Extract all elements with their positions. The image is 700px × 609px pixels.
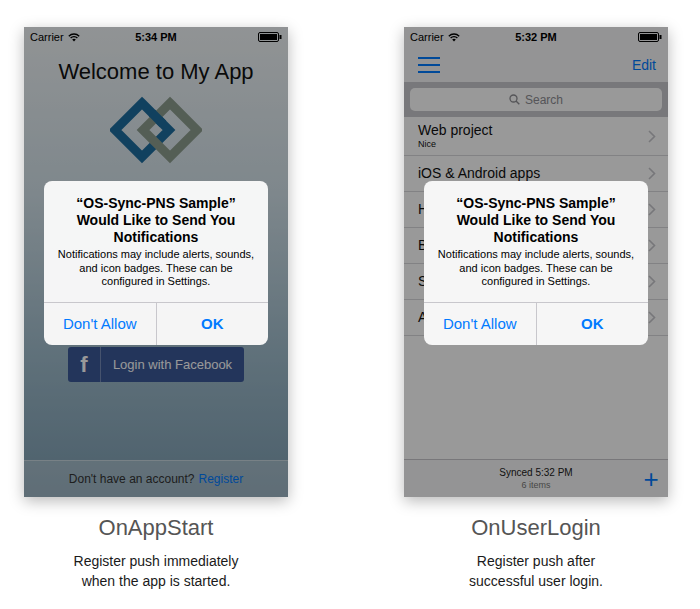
description-line: Register push immediately [74, 551, 239, 571]
caption-description: Register push aftersuccessful user login… [469, 551, 603, 591]
description-line: when the app is started. [82, 571, 231, 591]
alert-message: Notifications may include alerts, sounds… [424, 246, 648, 302]
login-screen: Carrier5:34 PMWelcome to My AppfLogin wi… [24, 27, 288, 497]
example-column: Carrier5:32 PMEditSearchWeb projectNicei… [386, 27, 686, 591]
notification-alert: “OS-Sync-PNS Sample” Would Like to Send … [424, 181, 648, 345]
alert-title: “OS-Sync-PNS Sample” Would Like to Send … [44, 181, 268, 246]
dont-allow-button[interactable]: Don't Allow [424, 303, 536, 345]
description-line: Register push after [477, 551, 595, 571]
caption-title: OnUserLogin [471, 514, 601, 542]
description-line: successful user login. [469, 571, 603, 591]
alert-title: “OS-Sync-PNS Sample” Would Like to Send … [424, 181, 648, 246]
alert-buttons: Don't AllowOK [44, 302, 268, 345]
caption-description: Register push immediatelywhen the app is… [74, 551, 239, 591]
alert-buttons: Don't AllowOK [424, 302, 648, 345]
notification-alert: “OS-Sync-PNS Sample” Would Like to Send … [44, 181, 268, 345]
ok-button[interactable]: OK [156, 303, 269, 345]
dont-allow-button[interactable]: Don't Allow [44, 303, 156, 345]
caption-title: OnAppStart [99, 514, 214, 542]
list-screen: Carrier5:32 PMEditSearchWeb projectNicei… [404, 27, 668, 497]
example-column: Carrier5:34 PMWelcome to My AppfLogin wi… [6, 27, 306, 591]
ok-button[interactable]: OK [536, 303, 649, 345]
alert-message: Notifications may include alerts, sounds… [44, 246, 268, 302]
